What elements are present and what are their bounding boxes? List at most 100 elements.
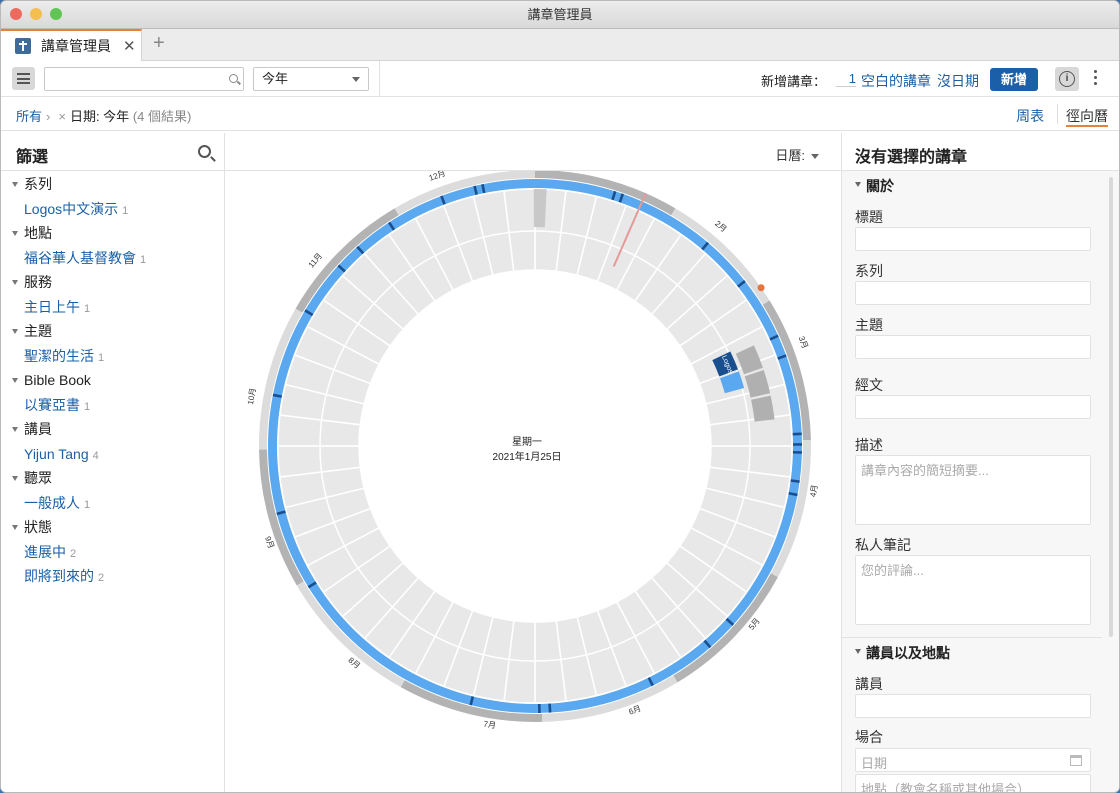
window-controls	[10, 8, 62, 20]
new-sermon-label: 新增講章：	[761, 74, 827, 89]
result-count: (4 個結果)	[132, 109, 192, 124]
date-placeholder: 日期	[861, 756, 888, 771]
month-label: 2月	[713, 219, 728, 234]
calendar-selector[interactable]: 日曆:	[775, 145, 819, 164]
search-icon[interactable]	[198, 145, 211, 158]
zoom-window-button[interactable]	[50, 8, 62, 20]
facet-value[interactable]: Yijun Tang 4	[1, 442, 224, 467]
minimize-window-button[interactable]	[30, 8, 42, 20]
date-filter-select[interactable]: 今年	[253, 67, 369, 91]
notes-field[interactable]: 您的評論...	[855, 555, 1091, 625]
month-label: 6月	[627, 704, 642, 717]
month-label: 7月	[483, 719, 497, 730]
facet-value[interactable]: 一般成人 1	[1, 491, 224, 516]
speaker-field[interactable]	[855, 694, 1091, 718]
facet-value[interactable]: 主日上午 1	[1, 295, 224, 320]
breadcrumb-filter: 日期: 今年	[69, 109, 130, 124]
facet-count: 1	[122, 204, 129, 217]
title-field[interactable]	[855, 227, 1091, 251]
facet-series[interactable]: 系列	[1, 172, 224, 197]
week-marker	[548, 703, 552, 713]
facet-status[interactable]: 狀態	[1, 515, 224, 540]
facet-value-label: 即將到來的	[24, 568, 94, 584]
breadcrumb-separator: ›	[46, 109, 51, 124]
date-field[interactable]: 日期	[855, 748, 1091, 772]
section-speaker-location[interactable]: 講員以及地點	[855, 643, 950, 663]
toolbar: 今年 新增講章： 1 空白的講章 沒日期 新增 i	[1, 61, 1119, 97]
center-day-label: 星期一	[512, 436, 542, 448]
filter-panel: 篩選 系列 Logos中文演示 1 地點 福谷華人基督教會 1 服務 主日上午 1 主…	[1, 133, 225, 792]
breadcrumb-all[interactable]: 所有	[16, 109, 42, 124]
month-label: 12月	[428, 171, 447, 183]
week-marker	[792, 443, 802, 446]
facet-service[interactable]: 服務	[1, 270, 224, 295]
place-field[interactable]: 地點（教會名稱或其他場合）	[855, 774, 1091, 793]
app-window: 講章管理員 講章管理員 ✕ + 今年 新增講章： 1 空白的講章 沒日期 新增 …	[0, 0, 1120, 793]
topic-field[interactable]	[855, 335, 1091, 359]
calendar-ring: Logos1月 20212月3月4月5月6月7月8月9月10月11月12月	[246, 171, 819, 730]
facet-location[interactable]: 地點	[1, 221, 224, 246]
notes-label: 私人筆記	[855, 537, 911, 553]
weekly-view-link[interactable]: 周表	[1016, 108, 1044, 124]
search-icon	[229, 74, 238, 83]
series-field[interactable]	[855, 281, 1091, 305]
calendar-selector-label: 日曆:	[775, 148, 805, 163]
info-button[interactable]: i	[1055, 67, 1079, 91]
breadcrumb-bar: 所有 › × 日期: 今年 (4 個結果) 周表 徑向曆	[1, 97, 1119, 131]
today-dot	[757, 284, 765, 292]
month-label: 9月	[263, 535, 276, 550]
chevron-down-icon	[352, 77, 360, 82]
close-tab-icon[interactable]: ✕	[123, 37, 136, 55]
title-bar: 講章管理員	[1, 1, 1119, 29]
description-field[interactable]: 講章內容的簡短摘要...	[855, 455, 1091, 525]
facet-value[interactable]: 福谷華人基督教會 1	[1, 246, 224, 271]
occasion-label: 場合	[855, 729, 883, 745]
facet-value[interactable]: 進展中 2	[1, 540, 224, 565]
search-input[interactable]	[44, 67, 244, 91]
sermon-manager-icon	[15, 38, 31, 54]
radial-calendar[interactable]: Logos1月 20212月3月4月5月6月7月8月9月10月11月12月 星期…	[225, 171, 841, 793]
facet-topic[interactable]: 主題	[1, 319, 224, 344]
add-tab-icon[interactable]: +	[153, 32, 165, 55]
more-options-icon[interactable]	[1094, 70, 1098, 88]
facet-count: 1	[84, 498, 91, 511]
facet-value-label: Yijun Tang	[24, 445, 89, 462]
facet-speaker[interactable]: 講員	[1, 417, 224, 442]
center-date-label: 2021年1月25日	[493, 450, 562, 463]
menu-icon	[17, 73, 30, 75]
details-title: 沒有選擇的講章	[855, 149, 968, 166]
month-label: 11月	[307, 251, 324, 269]
radial-view-link[interactable]: 徑向曆	[1066, 108, 1108, 127]
new-sermon-count-input[interactable]: 1	[836, 71, 856, 87]
title-label: 標題	[855, 209, 883, 225]
chevron-down-icon	[811, 154, 819, 160]
place-placeholder: 地點（教會名稱或其他場合）	[861, 782, 1031, 793]
window-title: 講章管理員	[527, 7, 593, 22]
facet-value-label: 以賽亞書	[24, 396, 80, 413]
facet-value[interactable]: 以賽亞書 1	[1, 393, 224, 418]
facet-value[interactable]: 聖潔的生活 1	[1, 344, 224, 369]
facet-bible-book[interactable]: Bible Book	[1, 368, 224, 393]
panel-menu-button[interactable]	[12, 67, 35, 90]
details-panel: 沒有選擇的講章 關於 標題 系列 主題 經文 描述 講章內容的簡短摘要... 私…	[841, 133, 1119, 793]
facet-audience[interactable]: 聽眾	[1, 466, 224, 491]
calendar-icon[interactable]	[1070, 755, 1082, 766]
blank-sermon-link[interactable]: 空白的講章	[861, 71, 931, 91]
info-icon: i	[1059, 71, 1075, 87]
section-about[interactable]: 關於	[855, 176, 894, 196]
remove-filter-icon[interactable]: ×	[58, 109, 66, 124]
tab-sermon-manager[interactable]: 講章管理員 ✕	[1, 29, 142, 61]
facet-value[interactable]: 即將到來的 2	[1, 564, 224, 589]
add-button[interactable]: 新增	[990, 68, 1038, 91]
no-date-link[interactable]: 沒日期	[937, 71, 979, 91]
facet-count: 1	[84, 302, 91, 315]
scripture-label: 經文	[855, 377, 883, 393]
breadcrumb: 所有 › × 日期: 今年 (4 個結果)	[16, 106, 191, 125]
facet-value[interactable]: Logos中文演示 1	[1, 197, 224, 222]
tab-bar: 講章管理員 ✕ +	[1, 29, 1119, 61]
close-window-button[interactable]	[10, 8, 22, 20]
month-label: 3月	[797, 335, 810, 350]
scrollbar[interactable]	[1109, 177, 1113, 637]
filter-header: 篩選	[1, 133, 224, 171]
scripture-field[interactable]	[855, 395, 1091, 419]
